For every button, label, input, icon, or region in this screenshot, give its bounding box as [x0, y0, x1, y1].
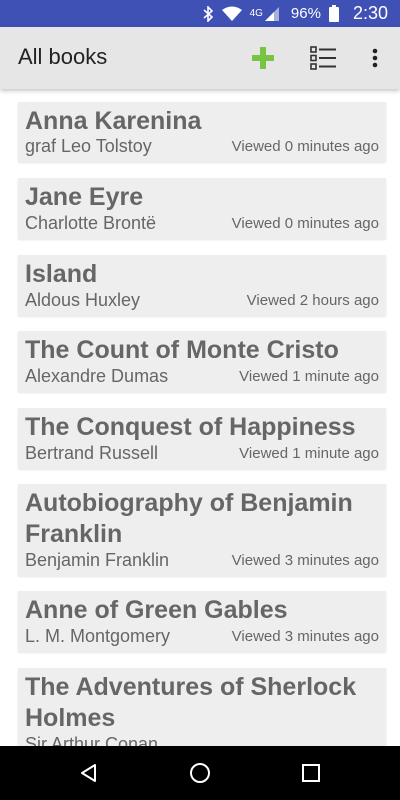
status-bar: 4G 96% 2:30: [0, 0, 400, 27]
book-card[interactable]: Autobiography of Benjamin Franklin Benja…: [18, 484, 386, 576]
book-list[interactable]: Anna Karenina graf Leo Tolstoy Viewed 0 …: [0, 89, 400, 746]
book-title: The Conquest of Happiness: [25, 413, 356, 441]
overflow-menu-button[interactable]: [352, 35, 398, 81]
more-vert-icon: [372, 48, 378, 68]
book-title: Anne of Green Gables: [25, 596, 288, 624]
book-author: Aldous Huxley: [25, 290, 141, 310]
book-viewed-time: Viewed 1 minute ago: [239, 445, 379, 462]
signal-icon: 4G: [249, 6, 279, 21]
add-icon: [252, 47, 274, 69]
book-card[interactable]: Jane Eyre Charlotte Brontë Viewed 0 minu…: [18, 178, 386, 239]
book-card[interactable]: The Count of Monte Cristo Alexandre Duma…: [18, 331, 386, 392]
home-button[interactable]: [178, 751, 222, 795]
book-author: L. M. Montgomery: [25, 626, 171, 646]
book-card[interactable]: Anne of Green Gables L. M. Montgomery Vi…: [18, 591, 386, 652]
bluetooth-icon: [202, 5, 214, 22]
wifi-icon: [221, 6, 242, 21]
clock: 2:30: [352, 3, 388, 23]
book-card[interactable]: Anna Karenina graf Leo Tolstoy Viewed 0 …: [18, 102, 386, 162]
book-title: Autobiography of Benjamin Franklin: [25, 489, 353, 548]
page-title: All books: [18, 44, 108, 69]
book-author: Bertrand Russell: [25, 443, 159, 463]
book-title: Jane Eyre: [25, 183, 144, 211]
book-viewed-time: Viewed 1 minute ago: [239, 368, 379, 385]
book-author: Benjamin Franklin: [25, 550, 170, 570]
book-title: The Count of Monte Cristo: [25, 336, 339, 364]
book-author: Alexandre Dumas: [25, 366, 169, 386]
book-viewed-time: Viewed 3 minutes ago: [231, 552, 379, 569]
book-viewed-time: Viewed 2 hours ago: [246, 292, 379, 309]
recent-apps-icon: [302, 764, 320, 782]
book-author: graf Leo Tolstoy: [25, 136, 152, 156]
book-title: Island: [25, 260, 98, 288]
book-title: Anna Karenina: [25, 107, 202, 135]
back-button[interactable]: [67, 751, 111, 795]
book-card[interactable]: The Conquest of Happiness Bertrand Russe…: [18, 408, 386, 469]
recent-apps-button[interactable]: [289, 751, 333, 795]
add-book-button[interactable]: [240, 35, 286, 81]
book-viewed-time: Viewed 3 minutes ago: [231, 628, 379, 645]
battery-percentage: 96%: [290, 5, 321, 22]
battery-icon: [328, 5, 339, 22]
book-viewed-time: Viewed 0 minutes ago: [231, 138, 379, 155]
list-view-button[interactable]: [300, 35, 346, 81]
book-card[interactable]: Island Aldous Huxley Viewed 2 hours ago: [18, 255, 386, 316]
network-type: 4G: [249, 8, 263, 19]
book-author: Sir Arthur Conan: [25, 734, 159, 746]
book-card[interactable]: The Adventures of Sherlock Holmes Sir Ar…: [18, 668, 386, 746]
back-icon: [81, 764, 96, 782]
app-bar: All books: [0, 27, 400, 89]
book-author: Charlotte Brontë: [25, 213, 157, 233]
system-nav-bar: [0, 746, 400, 800]
list-view-icon: [310, 46, 336, 70]
book-viewed-time: Viewed 0 minutes ago: [231, 215, 379, 232]
book-title: The Adventures of Sherlock Holmes: [25, 673, 357, 732]
home-icon: [190, 763, 210, 783]
